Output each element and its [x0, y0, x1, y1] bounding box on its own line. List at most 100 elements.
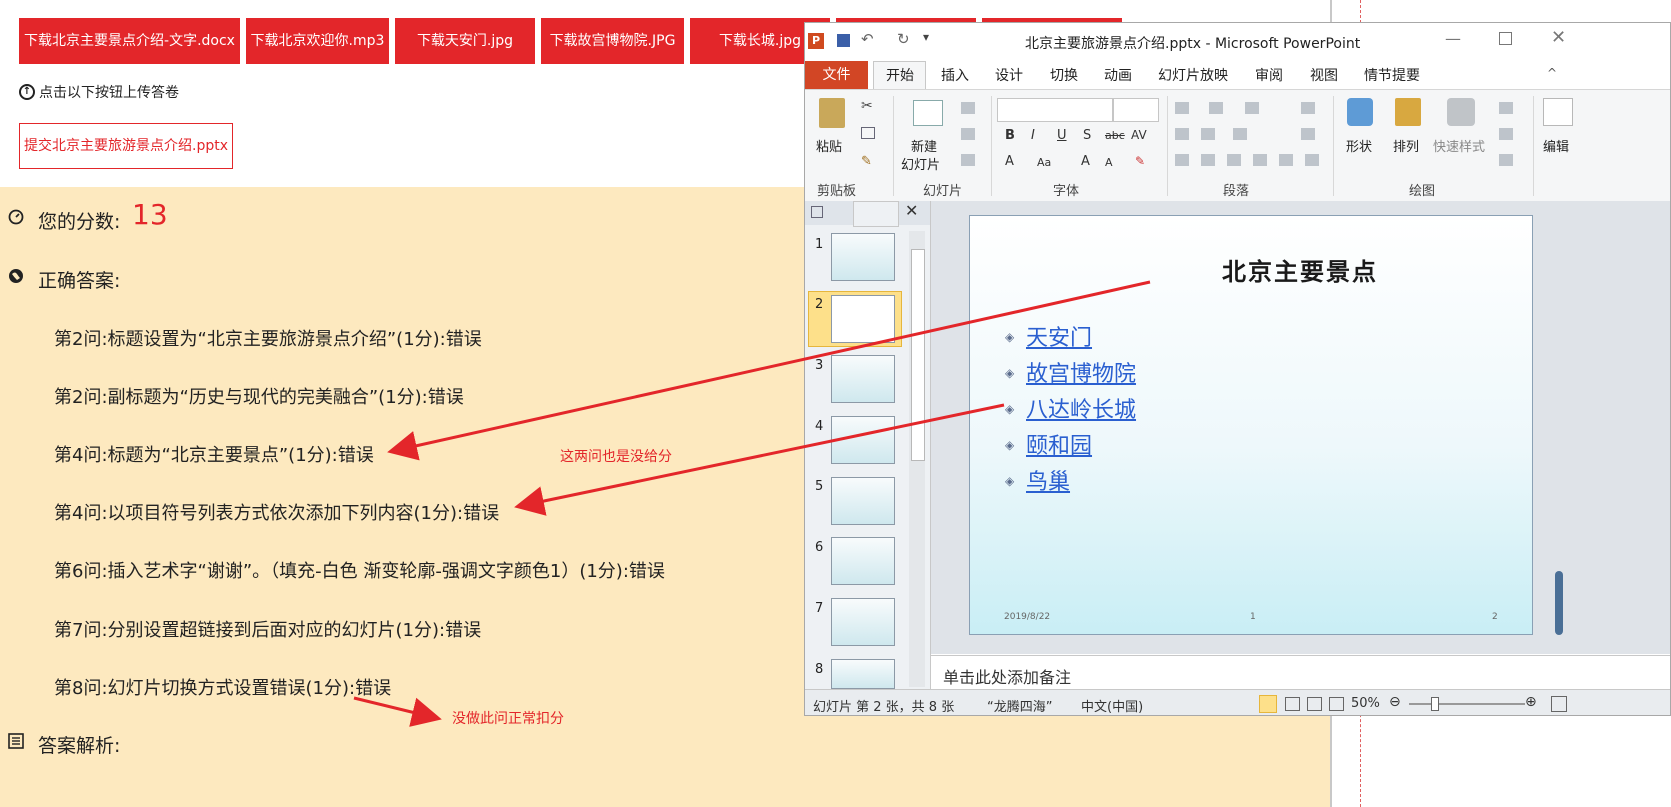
zoom-slider-thumb[interactable] — [1431, 697, 1439, 711]
save-icon[interactable] — [837, 34, 850, 47]
slide-thumbnail[interactable] — [831, 233, 895, 281]
download-mp3-button[interactable]: 下载北京欢迎你.mp3 — [246, 18, 389, 64]
align-left-icon[interactable] — [1175, 154, 1189, 166]
align-text-icon[interactable] — [1301, 128, 1315, 140]
editing-button[interactable]: 编辑 — [1543, 136, 1569, 155]
paste-button[interactable]: 粘贴 — [816, 136, 842, 155]
slide-thumbnail[interactable] — [831, 477, 895, 525]
format-painter-icon[interactable]: ✎ — [861, 154, 872, 169]
numbering-icon[interactable] — [1209, 102, 1223, 114]
notes-placeholder[interactable]: 单击此处添加备注 — [943, 664, 1071, 688]
decrease-indent-icon[interactable] — [1175, 128, 1189, 140]
shape-outline-icon[interactable] — [1499, 128, 1513, 140]
download-tiananmen-button[interactable]: 下载天安门.jpg — [395, 18, 535, 64]
slide-bullet-link[interactable]: 鸟巢 — [1026, 464, 1070, 496]
clear-format-icon[interactable]: ✎ — [1135, 154, 1145, 168]
char-spacing-icon[interactable]: AV — [1131, 128, 1147, 142]
tab-view[interactable]: 视图 — [1310, 65, 1338, 85]
italic-icon[interactable]: I — [1031, 128, 1035, 143]
thumb-scroll-thumb[interactable] — [911, 249, 925, 461]
slide-thumbnail[interactable] — [831, 295, 895, 343]
tab-slideshow[interactable]: 幻灯片放映 — [1158, 65, 1228, 85]
smartart-icon[interactable] — [1305, 154, 1319, 166]
zoom-slider[interactable] — [1409, 703, 1525, 705]
tab-file[interactable]: 文件 — [805, 61, 868, 89]
close-pane-icon[interactable]: ✕ — [905, 201, 918, 220]
shapes-button[interactable]: 形状 — [1346, 136, 1372, 155]
submit-pptx-button[interactable]: 提交北京主要旅游景点介绍.pptx — [19, 123, 233, 169]
minimize-icon[interactable]: — — [1445, 29, 1461, 48]
arrange-icon[interactable] — [1395, 98, 1421, 126]
font-size-select[interactable] — [1113, 98, 1159, 122]
collapse-ribbon-icon[interactable]: ^ — [1547, 66, 1557, 80]
slideshow-icon[interactable] — [1329, 697, 1344, 711]
align-right-icon[interactable] — [1227, 154, 1241, 166]
normal-view-icon[interactable] — [1259, 695, 1277, 713]
notes-pane[interactable]: 单击此处添加备注 — [931, 655, 1670, 690]
quick-styles-icon[interactable] — [1447, 98, 1475, 126]
new-slide-button-line1[interactable]: 新建 — [911, 136, 937, 155]
slide-title[interactable]: 北京主要景点 — [1150, 252, 1450, 287]
current-slide[interactable]: 北京主要景点 ◈ 天安门 ◈ 故宫博物院 ◈ 八达岭长城 ◈ 颐和园 ◈ 鸟巢 … — [969, 215, 1533, 635]
outline-view-icon[interactable] — [853, 201, 899, 227]
new-slide-icon[interactable] — [913, 100, 943, 126]
grow-font-icon[interactable]: A — [1081, 154, 1090, 169]
shapes-icon[interactable] — [1347, 98, 1373, 126]
maximize-icon[interactable] — [1499, 32, 1512, 45]
copy-icon[interactable] — [861, 127, 875, 139]
new-slide-button-line2[interactable]: 幻灯片 — [901, 154, 940, 173]
slide-thumbnail[interactable] — [831, 659, 895, 689]
paste-icon[interactable] — [819, 98, 845, 128]
reading-view-icon[interactable] — [1307, 697, 1322, 711]
slide-sorter-icon[interactable] — [1285, 697, 1300, 711]
align-center-icon[interactable] — [1201, 154, 1215, 166]
tab-storyboarding[interactable]: 情节提要 — [1364, 65, 1420, 85]
shape-fill-icon[interactable] — [1499, 102, 1513, 114]
shrink-font-icon[interactable]: A — [1105, 156, 1113, 169]
strikethrough-icon[interactable]: abc — [1105, 129, 1125, 142]
bullets-icon[interactable] — [1175, 102, 1189, 114]
columns-icon[interactable] — [1233, 128, 1247, 140]
text-direction-icon[interactable] — [1301, 102, 1315, 114]
slide-thumbnail[interactable] — [831, 355, 895, 403]
slides-view-icon[interactable] — [811, 206, 823, 218]
zoom-in-icon[interactable]: ⊕ — [1525, 694, 1537, 710]
tab-animations[interactable]: 动画 — [1104, 65, 1132, 85]
vertical-scroll-thumb[interactable] — [1555, 571, 1563, 635]
zoom-level[interactable]: 50% — [1351, 696, 1380, 711]
shadow-icon[interactable]: S — [1083, 128, 1091, 143]
redo-icon[interactable]: ↻ — [897, 30, 910, 48]
slide-bullet-link[interactable]: 天安门 — [1026, 320, 1092, 352]
download-gugong-button[interactable]: 下载故宫博物院.JPG — [541, 18, 684, 64]
shape-effects-icon[interactable] — [1499, 154, 1513, 166]
download-docx-button[interactable]: 下载北京主要景点介绍-文字.docx — [19, 18, 240, 64]
tab-review[interactable]: 审阅 — [1255, 65, 1283, 85]
section-icon[interactable] — [961, 154, 975, 166]
tab-insert[interactable]: 插入 — [941, 65, 969, 85]
font-color-icon[interactable]: A — [1005, 154, 1014, 169]
slide-bullet-link[interactable]: 八达岭长城 — [1026, 392, 1136, 424]
slide-thumbnail[interactable] — [831, 416, 895, 464]
slide-bullet-link[interactable]: 故宫博物院 — [1026, 356, 1136, 388]
layout-icon[interactable] — [961, 102, 975, 114]
cut-icon[interactable]: ✂ — [861, 98, 873, 114]
customize-toolbar-icon[interactable]: ▾ — [923, 30, 929, 44]
tab-home[interactable]: 开始 — [886, 65, 914, 85]
reset-icon[interactable] — [961, 128, 975, 140]
distributed-icon[interactable] — [1279, 154, 1293, 166]
justify-icon[interactable] — [1253, 154, 1267, 166]
font-name-select[interactable] — [997, 98, 1113, 122]
slide-thumbnail[interactable] — [831, 598, 895, 646]
slide-bullet-link[interactable]: 颐和园 — [1026, 428, 1092, 460]
status-language[interactable]: 中文(中国) — [1081, 696, 1143, 715]
fit-slide-icon[interactable] — [1551, 696, 1567, 712]
close-icon[interactable]: ✕ — [1551, 27, 1566, 48]
tab-transitions[interactable]: 切换 — [1050, 65, 1078, 85]
tab-design[interactable]: 设计 — [995, 65, 1023, 85]
slide-thumbnail[interactable] — [831, 537, 895, 585]
zoom-out-icon[interactable]: ⊖ — [1389, 694, 1401, 710]
bold-icon[interactable]: B — [1005, 128, 1015, 143]
undo-icon[interactable]: ↶ — [861, 30, 874, 48]
quick-styles-button[interactable]: 快速样式 — [1433, 136, 1485, 155]
underline-icon[interactable]: U — [1057, 128, 1067, 143]
